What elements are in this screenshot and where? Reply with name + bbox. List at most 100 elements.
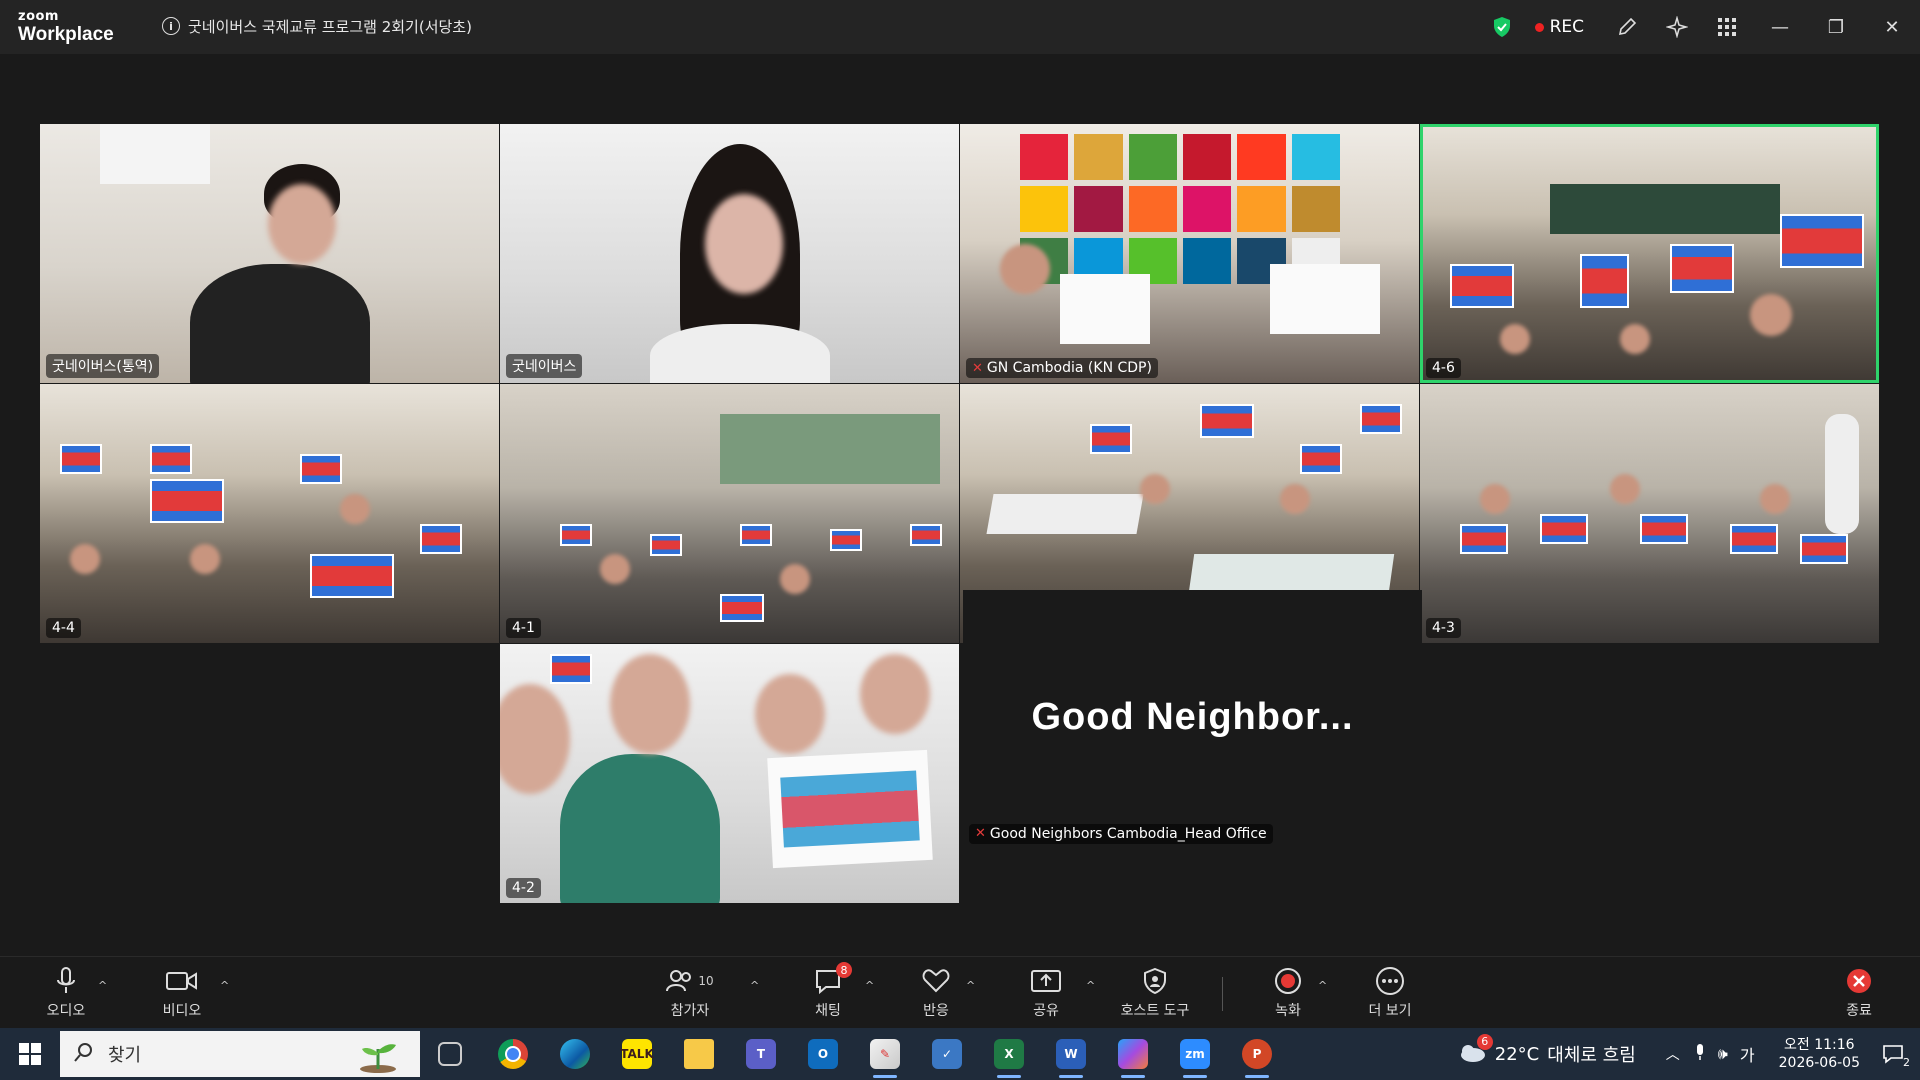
participant-name-label: 굿네이버스(통역) (46, 354, 160, 378)
kakaotalk-icon[interactable]: TALK (617, 1036, 657, 1072)
close-button[interactable]: ✕ (1864, 0, 1920, 54)
ime-indicator[interactable]: 가 (1740, 1042, 1755, 1066)
blurred-face (1610, 474, 1640, 504)
blurred-face (1750, 294, 1792, 336)
info-icon[interactable]: i (162, 17, 180, 35)
outlook-icon[interactable]: O (803, 1036, 843, 1072)
blurred-face (1480, 484, 1510, 514)
volume-icon[interactable]: 🕪 (1718, 1044, 1728, 1064)
blurred-face (755, 674, 825, 754)
cambodia-flag (1460, 524, 1508, 554)
cambodia-flag (1360, 404, 1402, 434)
video-tile[interactable]: 굿네이버스 (500, 124, 959, 383)
recording-dot-icon (1534, 22, 1544, 32)
apps-grid-icon[interactable] (1702, 0, 1752, 54)
video-tile[interactable]: ✕ GN Cambodia (KN CDP) (960, 124, 1419, 383)
participant-name-label: 4-2 (506, 878, 541, 898)
end-meeting-button[interactable]: 종료 (1834, 961, 1884, 1025)
sdg-poster (1020, 134, 1340, 284)
logo-top-text: zoom (18, 9, 59, 24)
cambodia-flag (1450, 264, 1514, 308)
audio-button[interactable]: 오디오 (38, 961, 94, 1025)
logo-bottom-text: Workplace (18, 24, 114, 45)
weather-widget[interactable]: 6 22°C 대체로 흐림 (1457, 1033, 1636, 1069)
audio-options-caret-icon[interactable]: ^ (98, 979, 107, 992)
task-view-icon[interactable] (430, 1036, 470, 1072)
start-button[interactable] (0, 1028, 60, 1080)
video-tile[interactable]: 4-2 (500, 644, 959, 903)
ai-companion-sparkle-icon[interactable] (1652, 0, 1702, 54)
participant-display-name: Good Neighbor... (1031, 696, 1354, 738)
chat-icon: 8 (814, 962, 852, 996)
blurred-face (1620, 324, 1650, 354)
meeting-info[interactable]: i 굿네이버스 국제교류 프로그램 2회기(서당초) (162, 13, 472, 39)
share-options-caret-icon[interactable]: ^ (1086, 979, 1095, 992)
edge-icon[interactable] (555, 1036, 595, 1072)
show-hidden-icons-chevron-icon[interactable]: ︿ (1666, 1044, 1680, 1064)
file-explorer-icon[interactable] (679, 1036, 719, 1072)
meeting-toolbar: 오디오 ^ 비디오 ^ 10 참가자 ^ 8 채팅 ^ 반응 ^ 공유 ^ 호스… (0, 956, 1920, 1029)
share-screen-button[interactable]: 공유 (1018, 961, 1074, 1025)
participants-button[interactable]: 10 참가자 (660, 961, 720, 1025)
cambodia-flag (740, 524, 772, 546)
notification-count: 2 (1903, 1056, 1910, 1069)
video-tile-active-speaker[interactable]: 4-6 (1420, 124, 1879, 383)
cambodia-flag (560, 524, 592, 546)
chat-options-caret-icon[interactable]: ^ (865, 979, 874, 992)
microphone-icon (55, 966, 77, 996)
title-bar: zoom Workplace i 굿네이버스 국제교류 프로그램 2회기(서당초… (0, 0, 1920, 54)
teams-icon[interactable]: T (741, 1036, 781, 1072)
restore-button[interactable]: ❐ (1808, 0, 1864, 54)
powerpoint-icon[interactable]: P (1237, 1036, 1277, 1078)
meeting-title: 굿네이버스 국제교류 프로그램 2회기(서당초) (188, 17, 472, 36)
participant-body (190, 264, 370, 383)
participant-count: 10 (698, 974, 714, 988)
word-icon[interactable]: W (1051, 1036, 1091, 1078)
excel-icon[interactable]: X (989, 1036, 1029, 1078)
blurred-face (1280, 484, 1310, 514)
blurred-face (1000, 244, 1050, 294)
reactions-options-caret-icon[interactable]: ^ (966, 979, 975, 992)
video-options-caret-icon[interactable]: ^ (220, 979, 229, 992)
heart-icon (922, 966, 950, 996)
taskbar-search-box[interactable]: 찾기 (60, 1031, 420, 1077)
microphone-tray-icon[interactable] (1694, 1043, 1706, 1065)
taskbar-clock[interactable]: 오전 11:16 2026-06-05 (1779, 1036, 1860, 1072)
paint-icon[interactable]: ✎ (865, 1036, 905, 1078)
encryption-shield-icon[interactable] (1477, 0, 1527, 54)
clock-date: 2026-06-05 (1778, 1055, 1860, 1071)
record-button[interactable]: 녹화 (1260, 961, 1316, 1025)
video-tile[interactable]: 4-1 (500, 384, 959, 643)
more-button[interactable]: 더 보기 (1360, 961, 1420, 1025)
chat-button[interactable]: 8 채팅 (800, 961, 856, 1025)
air-purifier (1825, 414, 1859, 534)
muted-mic-icon: ✕ (975, 826, 986, 841)
reactions-button[interactable]: 반응 (908, 961, 964, 1025)
cambodia-flag (1300, 444, 1342, 474)
zoom-taskbar-icon[interactable]: zm (1175, 1036, 1215, 1078)
participant-name-label: 4-6 (1426, 358, 1461, 378)
host-tools-button[interactable]: 호스트 도구 (1110, 961, 1200, 1025)
video-tile[interactable]: 굿네이버스(통역) (40, 124, 499, 383)
more-dots-icon (1375, 966, 1405, 996)
video-tile[interactable]: 4-3 (1420, 384, 1879, 643)
participant-name-label: 4-3 (1426, 618, 1461, 638)
notification-center-icon[interactable]: 2 (1878, 1039, 1910, 1069)
checklist-app-icon[interactable]: ✓ (927, 1036, 967, 1072)
video-tile[interactable]: 4-4 (40, 384, 499, 643)
record-options-caret-icon[interactable]: ^ (1318, 979, 1327, 992)
flag-drawing (767, 749, 933, 869)
recording-indicator[interactable]: REC (1527, 17, 1602, 37)
air-conditioner (100, 124, 210, 184)
video-button[interactable]: 비디오 (152, 961, 212, 1025)
classroom-desk (986, 494, 1144, 534)
cambodia-flag (650, 534, 682, 556)
blurred-face (340, 494, 370, 524)
cambodia-flag (1580, 254, 1629, 308)
chrome-icon[interactable] (493, 1036, 533, 1072)
minimize-button[interactable]: — (1752, 0, 1808, 54)
video-off-tile[interactable]: Good Neighbor... ✕ Good Neighbors Cambodi… (963, 590, 1422, 849)
participants-options-caret-icon[interactable]: ^ (750, 979, 759, 992)
annotate-pen-icon[interactable] (1602, 0, 1652, 54)
copilot-icon[interactable] (1113, 1036, 1153, 1078)
